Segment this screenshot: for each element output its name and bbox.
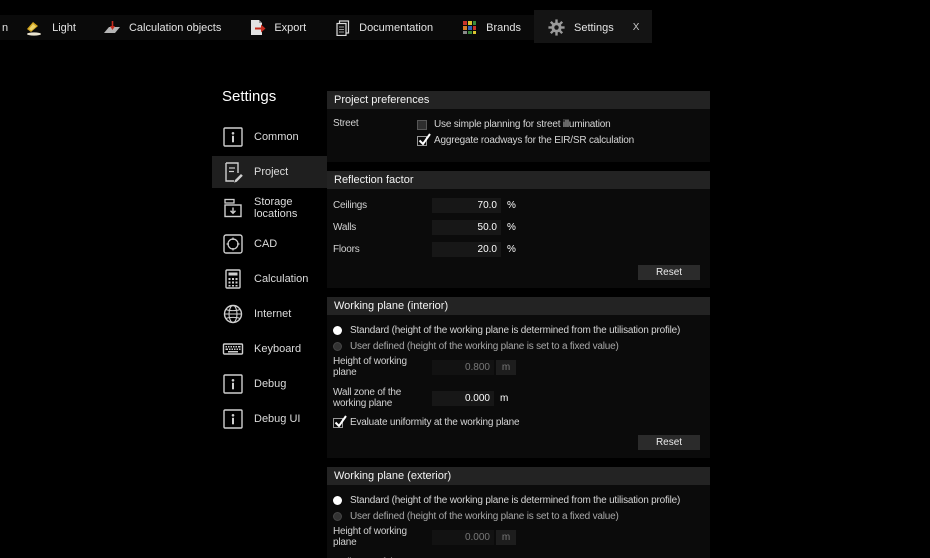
tab-documentation-label: Documentation bbox=[359, 22, 433, 34]
section-reflection-factor: Reflection factor Ceilings % Walls % Flo… bbox=[327, 171, 710, 288]
standard-radio-label: Standard (height of the working plane is… bbox=[350, 495, 680, 506]
calculation-objects-icon bbox=[102, 20, 122, 36]
user-defined-radio-label: User defined (height of the working plan… bbox=[350, 341, 619, 352]
keyboard-icon bbox=[222, 338, 244, 360]
sidebar-item-storage-locations[interactable]: Storage locations bbox=[212, 191, 327, 225]
tab-export-label: Export bbox=[274, 22, 306, 34]
section-header: Working plane (interior) bbox=[327, 297, 710, 315]
wall-zone-label: Wall zone of the working plane bbox=[333, 387, 432, 409]
brands-icon bbox=[459, 20, 479, 36]
calculator-icon bbox=[222, 268, 244, 290]
documentation-icon bbox=[332, 20, 352, 36]
tab-settings[interactable]: Settings X bbox=[534, 10, 652, 43]
page-title: Settings bbox=[222, 88, 327, 105]
sidebar-item-project[interactable]: Project bbox=[212, 156, 327, 188]
tab-export[interactable]: Export bbox=[234, 15, 319, 40]
tab-calculation-objects[interactable]: Calculation objects bbox=[89, 15, 234, 40]
user-defined-radio-label: User defined (height of the working plan… bbox=[350, 511, 619, 522]
sidebar-item-label: Calculation bbox=[254, 273, 308, 285]
height-label: Height of working plane bbox=[333, 356, 432, 378]
tab-calculation-objects-label: Calculation objects bbox=[129, 22, 221, 34]
user-defined-radio[interactable] bbox=[333, 342, 342, 351]
sidebar-item-calculation[interactable]: Calculation bbox=[212, 263, 327, 295]
sidebar-item-keyboard[interactable]: Keyboard bbox=[212, 333, 327, 365]
section-working-plane-interior: Working plane (interior) Standard (heigh… bbox=[327, 297, 710, 458]
standard-radio-label: Standard (height of the working plane is… bbox=[350, 325, 680, 336]
gear-icon bbox=[547, 20, 567, 36]
sidebar-item-label: Keyboard bbox=[254, 343, 301, 355]
wall-zone-unit: m bbox=[500, 393, 508, 404]
info-icon bbox=[222, 408, 244, 430]
cad-icon bbox=[222, 233, 244, 255]
storage-box-icon bbox=[222, 197, 244, 219]
sidebar-item-debug-ui[interactable]: Debug UI bbox=[212, 403, 327, 435]
reset-button[interactable]: Reset bbox=[638, 435, 700, 450]
sidebar-item-label: Common bbox=[254, 131, 299, 143]
sidebar-item-cad[interactable]: CAD bbox=[212, 228, 327, 260]
tab-brands-label: Brands bbox=[486, 22, 521, 34]
wall-zone-input[interactable] bbox=[432, 391, 494, 406]
walls-label: Walls bbox=[333, 222, 432, 233]
app-window: n Light Calculation objects bbox=[0, 0, 930, 558]
sidebar-item-label: Debug UI bbox=[254, 413, 300, 425]
tab-partial-label: n bbox=[2, 22, 8, 34]
height-input bbox=[432, 360, 494, 375]
sidebar-item-label: CAD bbox=[254, 238, 277, 250]
sidebar-item-label: Storage locations bbox=[254, 196, 327, 220]
street-label: Street bbox=[333, 118, 417, 150]
height-label: Height of working plane bbox=[333, 526, 432, 548]
sidebar-item-debug[interactable]: Debug bbox=[212, 368, 327, 400]
floors-input[interactable] bbox=[432, 242, 501, 257]
lamp-icon bbox=[25, 20, 45, 36]
uniformity-label: Evaluate uniformity at the working plane bbox=[350, 417, 519, 428]
ceilings-label: Ceilings bbox=[333, 200, 432, 211]
simple-planning-label: Use simple planning for street illuminat… bbox=[434, 119, 611, 130]
ceilings-input[interactable] bbox=[432, 198, 501, 213]
user-defined-radio[interactable] bbox=[333, 512, 342, 521]
tab-bar: n Light Calculation objects bbox=[0, 10, 652, 43]
uniformity-checkbox[interactable] bbox=[333, 418, 343, 428]
height-unit: m bbox=[496, 360, 516, 375]
settings-sidebar: Settings Common Project bbox=[212, 88, 327, 438]
aggregate-roadways-checkbox[interactable] bbox=[417, 136, 427, 146]
tab-partial[interactable]: n bbox=[0, 15, 12, 40]
tab-settings-label: Settings bbox=[574, 22, 614, 34]
sidebar-item-label: Debug bbox=[254, 378, 286, 390]
section-working-plane-exterior: Working plane (exterior) Standard (heigh… bbox=[327, 467, 710, 558]
section-header: Working plane (exterior) bbox=[327, 467, 710, 485]
settings-panel: Project preferences Street Use simple pl… bbox=[327, 91, 710, 558]
sidebar-item-internet[interactable]: Internet bbox=[212, 298, 327, 330]
walls-unit: % bbox=[507, 222, 516, 233]
ceilings-unit: % bbox=[507, 200, 516, 211]
export-icon bbox=[247, 20, 267, 36]
standard-radio[interactable] bbox=[333, 496, 342, 505]
sidebar-item-label: Internet bbox=[254, 308, 291, 320]
tab-documentation[interactable]: Documentation bbox=[319, 15, 446, 40]
simple-planning-checkbox[interactable] bbox=[417, 120, 427, 130]
floors-unit: % bbox=[507, 244, 516, 255]
globe-icon bbox=[222, 303, 244, 325]
aggregate-roadways-label: Aggregate roadways for the EIR/SR calcul… bbox=[434, 135, 634, 146]
walls-input[interactable] bbox=[432, 220, 501, 235]
tab-light-label: Light bbox=[52, 22, 76, 34]
floors-label: Floors bbox=[333, 244, 432, 255]
section-header: Project preferences bbox=[327, 91, 710, 109]
info-icon bbox=[222, 373, 244, 395]
section-project-preferences: Project preferences Street Use simple pl… bbox=[327, 91, 710, 162]
sidebar-item-label: Project bbox=[254, 166, 288, 178]
info-icon bbox=[222, 126, 244, 148]
tab-light[interactable]: Light bbox=[12, 15, 89, 40]
project-document-icon bbox=[222, 161, 244, 183]
tab-brands[interactable]: Brands bbox=[446, 15, 534, 40]
reset-button[interactable]: Reset bbox=[638, 265, 700, 280]
section-header: Reflection factor bbox=[327, 171, 710, 189]
height-input bbox=[432, 530, 494, 545]
standard-radio[interactable] bbox=[333, 326, 342, 335]
close-icon[interactable]: X bbox=[633, 22, 640, 33]
height-unit: m bbox=[496, 530, 516, 545]
sidebar-item-common[interactable]: Common bbox=[212, 121, 327, 153]
